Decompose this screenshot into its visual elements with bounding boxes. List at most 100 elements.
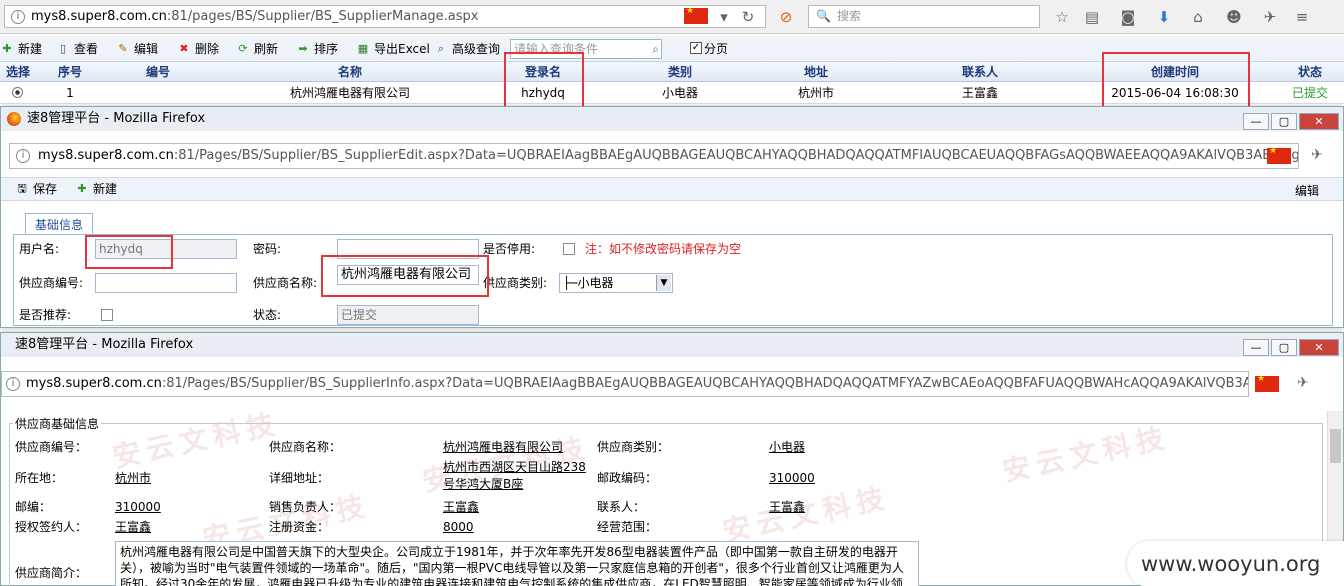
col-category[interactable]: 类别 <box>640 62 720 82</box>
china-flag-icon <box>1267 146 1291 164</box>
firefox-icon <box>7 112 21 126</box>
row-seq: 1 <box>66 86 74 100</box>
minimize-button[interactable]: — <box>1243 113 1269 130</box>
col-address[interactable]: 地址 <box>776 62 856 82</box>
col-contact[interactable]: 联系人 <box>940 62 1020 82</box>
info-scope-label: 经营范围： <box>597 520 658 534</box>
disabled-checkbox[interactable] <box>563 243 575 255</box>
extension-icon[interactable]: ✈ <box>1260 7 1280 27</box>
chat-icon[interactable]: ☻ <box>1224 7 1244 27</box>
window-controls: — ▢ ✕ <box>1241 336 1339 356</box>
recommend-checkbox[interactable] <box>101 309 113 321</box>
edit-window-titlebar: 速8管理平台 - Mozilla Firefox — ▢ ✕ <box>1 107 1343 131</box>
info-sales-value: 王富鑫 <box>443 500 480 514</box>
row-radio[interactable] <box>0 82 36 104</box>
search-icon: 🔍 <box>816 9 831 23</box>
edit-new-button[interactable]: ✚ 新建 <box>75 180 117 198</box>
row-code <box>120 82 196 104</box>
edit-address-bar[interactable]: i mys8.super8.com.cn:81/Pages/BS/Supplie… <box>9 143 1299 169</box>
export-excel-button[interactable]: ▦ 导出Excel <box>356 40 430 58</box>
info-intro-label: 供应商简介： <box>15 566 88 580</box>
maximize-button[interactable]: ▢ <box>1271 339 1297 356</box>
refresh-button[interactable]: ⟳ 刷新 <box>236 40 278 58</box>
menu-icon[interactable]: ≡ <box>1292 7 1312 27</box>
edit-url-path: :81/Pages/BS/Supplier/BS_SupplierEdit.as… <box>173 148 1299 163</box>
col-seq[interactable]: 序号 <box>40 62 100 82</box>
info-auth-value: 王富鑫 <box>115 520 152 534</box>
info-window-titlebar: 速8管理平台 - Mozilla Firefox — ▢ ✕ <box>1 333 1343 357</box>
type-label: 供应商类别: <box>483 276 548 290</box>
refresh-label: 刷新 <box>254 42 279 56</box>
password-note: 注：如不修改密码请保存为空 <box>585 242 742 256</box>
info-address-bar[interactable]: i mys8.super8.com.cn:81/Pages/BS/Supplie… <box>1 371 1249 397</box>
adblock-icon[interactable]: ⊘ <box>776 7 796 27</box>
edit-icon: ✎ <box>118 42 128 55</box>
sort-button[interactable]: ➡ 排序 <box>296 40 338 58</box>
browser-search-input[interactable]: 🔍 搜索 <box>808 5 1040 28</box>
password-label: 密码: <box>253 242 282 256</box>
recommend-label: 是否推荐: <box>19 308 72 322</box>
edit-button[interactable]: ✎ 编辑 <box>116 40 158 58</box>
excel-icon: ▦ <box>357 42 369 55</box>
edit-label: 编辑 <box>134 42 159 56</box>
download-icon[interactable]: ⬇ <box>1154 7 1174 27</box>
tab-basic-info[interactable]: 基础信息 <box>25 213 93 235</box>
paging-checkbox[interactable]: ✓ <box>690 42 702 54</box>
view-button[interactable]: ▯ 查看 <box>56 40 98 58</box>
info-capital-value: 8000 <box>443 520 474 534</box>
info-type-value: 小电器 <box>769 440 806 454</box>
save-icon: 🖫 <box>17 182 27 195</box>
info-section-title: 供应商基础信息 <box>13 415 102 432</box>
info-postcode-value: 310000 <box>769 471 815 485</box>
url-path: :81/pages/BS/Supplier/BS_SupplierManage.… <box>166 9 479 24</box>
col-select[interactable]: 选择 <box>0 62 36 82</box>
name-label: 供应商名称: <box>253 276 318 290</box>
close-button[interactable]: ✕ <box>1299 113 1339 130</box>
globe-icon: i <box>16 149 30 163</box>
chevron-down-icon: ▼ <box>656 275 671 291</box>
info-location-label: 所在地： <box>15 471 64 485</box>
maximize-button[interactable]: ▢ <box>1271 113 1297 130</box>
info-type-label: 供应商类别： <box>597 440 670 454</box>
advanced-query-button[interactable]: ⌕ 高级查询 <box>434 40 500 58</box>
type-select[interactable]: ├─小电器 ▼ <box>559 273 673 293</box>
row-name: 杭州鸿雁电器有限公司 <box>289 86 410 100</box>
magnifier-icon: ⌕ <box>437 42 445 55</box>
reading-list-icon[interactable]: ▤ <box>1082 7 1102 27</box>
edit-toolbar <box>1 177 1343 201</box>
info-capital-label: 注册资金： <box>269 520 330 534</box>
row-status: 已提交 <box>1291 86 1328 100</box>
extension-icon[interactable]: ✈ <box>1311 147 1323 163</box>
code-field[interactable] <box>95 273 237 293</box>
window-controls: — ▢ ✕ <box>1241 110 1339 130</box>
pocket-icon[interactable]: ◙ <box>1118 7 1138 27</box>
info-postcode-label: 邮政编码： <box>597 471 658 485</box>
delete-icon: ✖ <box>179 42 189 55</box>
status-field: 已提交 <box>337 305 479 325</box>
dropdown-arrow-icon[interactable]: ▾ <box>714 7 734 27</box>
minimize-button[interactable]: — <box>1243 339 1269 356</box>
close-button[interactable]: ✕ <box>1299 339 1339 356</box>
col-status[interactable]: 状态 <box>1280 62 1340 82</box>
reload-icon[interactable]: ↻ <box>738 7 758 27</box>
disabled-label: 是否停用: <box>483 242 536 256</box>
info-window-title: 速8管理平台 - Mozilla Firefox <box>15 337 194 352</box>
view-label: 查看 <box>74 42 99 56</box>
home-icon[interactable]: ⌂ <box>1188 7 1208 27</box>
new-button[interactable]: ✚ 新建 <box>0 40 42 58</box>
info-intro-textarea[interactable]: 杭州鸿雁电器有限公司是中国普天旗下的大型央企。公司成立于1981年，并于次年率先… <box>115 541 919 586</box>
edit-popup-window: 速8管理平台 - Mozilla Firefox — ▢ ✕ i mys8.supe… <box>0 106 1344 328</box>
bookmark-star-icon[interactable]: ☆ <box>1052 7 1072 27</box>
info-url-path: :81/Pages/BS/Supplier/BS_SupplierInfo.as… <box>161 376 1249 391</box>
delete-button[interactable]: ✖ 删除 <box>177 40 219 58</box>
address-bar[interactable]: i mys8.super8.com.cn:81/pages/BS/Supplie… <box>4 5 766 28</box>
query-search-icon[interactable]: ⌕ <box>652 40 659 58</box>
col-code[interactable]: 编号 <box>120 62 196 82</box>
info-contact-label: 联系人： <box>597 500 646 514</box>
extension-icon[interactable]: ✈ <box>1297 375 1309 391</box>
sort-icon: ➡ <box>298 42 308 55</box>
col-name[interactable]: 名称 <box>290 62 410 82</box>
status-label: 状态: <box>253 308 282 322</box>
highlight-created-header <box>1102 52 1250 114</box>
save-button[interactable]: 🖫 保存 <box>15 180 57 198</box>
